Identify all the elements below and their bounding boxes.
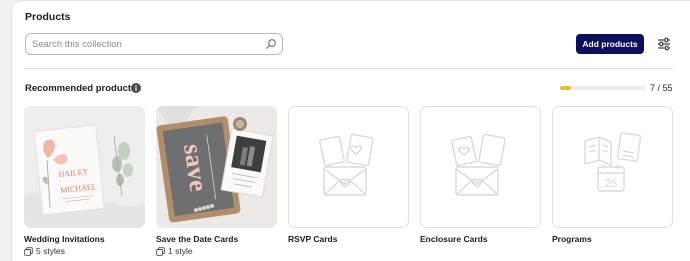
product-name[interactable]: RSVP Cards [288,234,337,244]
recommended-progress-bar [560,86,646,90]
add-products-button[interactable]: Add products [576,34,644,54]
sliders-icon [658,37,670,51]
envelope-cards-icon [319,133,374,196]
filter-button[interactable] [656,35,672,53]
product-styles: 1 style [156,246,193,256]
search-icon[interactable] [265,38,277,50]
envelope-cards-icon [451,133,506,196]
svg-text:25: 25 [605,178,617,190]
progress-fill [560,86,572,90]
product-image-save-the-date[interactable]: save [156,106,277,228]
progress-count: 7 / 55 [650,83,673,93]
recommended-title: Recommended products [25,83,137,94]
info-icon[interactable] [131,83,141,93]
product-styles: 5 styles [24,246,65,256]
search-input[interactable] [26,34,282,54]
styles-icon [156,246,165,256]
product-placeholder-rsvp-cards[interactable] [288,106,409,228]
product-placeholder-programs[interactable]: 25 [552,106,673,228]
wedding-invitation-photo: HAILEY MICHAEL [24,106,145,228]
page-title: Products [25,11,71,23]
search-field[interactable] [25,33,283,55]
styles-count: 5 styles [36,246,65,256]
styles-icon [24,246,33,256]
product-name[interactable]: Save the Date Cards [156,234,238,244]
product-name[interactable]: Programs [552,234,592,244]
product-placeholder-enclosure-cards[interactable] [420,106,541,228]
product-image-wedding-invitations[interactable]: HAILEY MICHAEL [24,106,145,228]
booklet-calendar-icon: 25 [584,132,642,192]
product-name[interactable]: Enclosure Cards [420,234,488,244]
save-the-date-photo: save [156,106,277,228]
section-divider [24,68,673,69]
styles-count: 1 style [168,246,193,256]
product-name[interactable]: Wedding Invitations [24,234,105,244]
